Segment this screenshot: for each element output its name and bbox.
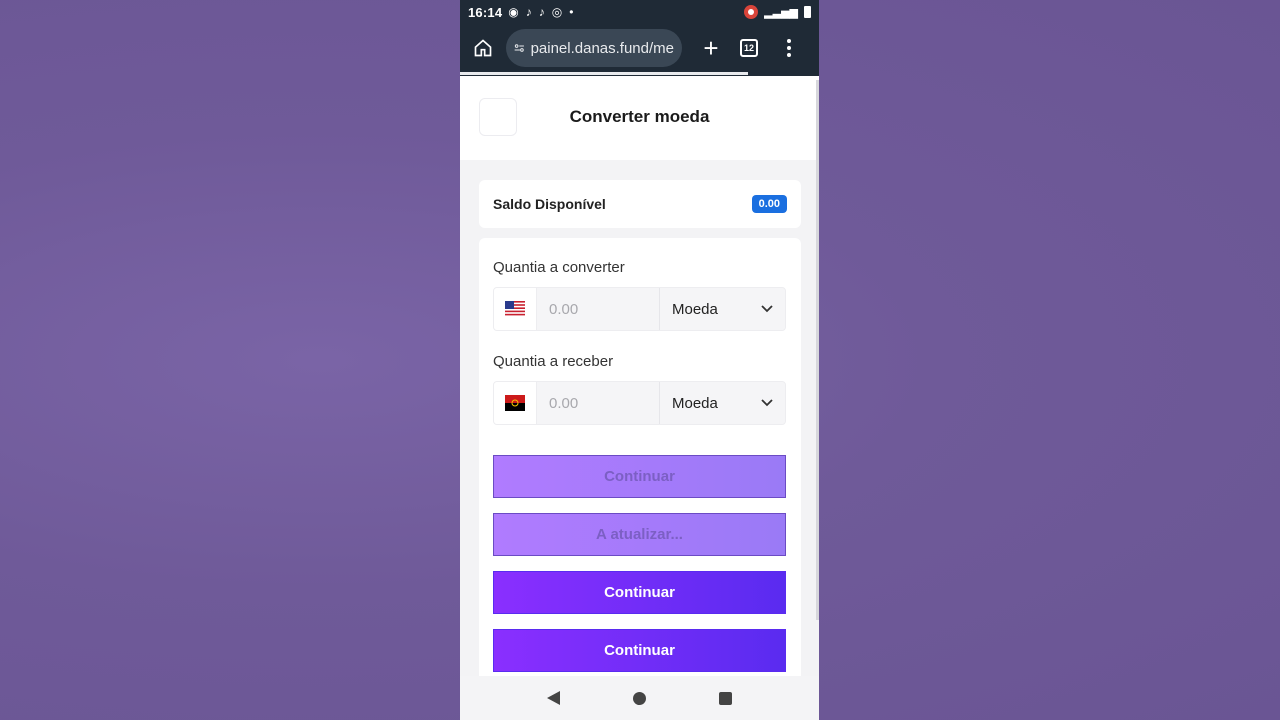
site-settings-icon bbox=[514, 44, 524, 52]
convert-to-currency-select[interactable]: Moeda bbox=[659, 382, 785, 424]
page-header: Converter moeda bbox=[460, 76, 819, 160]
plus-icon: + bbox=[703, 33, 719, 63]
status-time: 16:14 bbox=[468, 4, 503, 20]
converter-page: Converter moeda Saldo Disponível 0.00 Qu… bbox=[460, 76, 819, 688]
continue-button[interactable]: Continuar bbox=[493, 571, 786, 614]
updating-button[interactable]: A atualizar... bbox=[493, 513, 786, 556]
convert-from-currency-select[interactable]: Moeda bbox=[659, 288, 785, 330]
continue-button-disabled[interactable]: Continuar bbox=[493, 455, 786, 498]
tiktok-icon: ♪ bbox=[525, 5, 532, 19]
convert-to-row: Moeda bbox=[493, 381, 786, 425]
chevron-down-icon bbox=[761, 399, 773, 407]
address-bar[interactable]: painel.danas.fund/me bbox=[506, 29, 682, 67]
browser-menu-button[interactable] bbox=[784, 39, 794, 57]
angola-flag-icon bbox=[494, 382, 537, 424]
browser-chrome: 16:14 ◉ ♪ ♪ ◎ • ▂▃▅▆ painel.danas.fund/m… bbox=[460, 0, 819, 76]
convert-from-amount-input[interactable] bbox=[537, 288, 659, 330]
dot-icon: • bbox=[569, 5, 574, 19]
scrollbar[interactable] bbox=[816, 80, 819, 620]
status-bar: 16:14 ◉ ♪ ♪ ◎ • ▂▃▅▆ bbox=[460, 0, 819, 24]
convert-to-amount-input[interactable] bbox=[537, 382, 659, 424]
home-icon bbox=[474, 39, 492, 57]
recent-apps-icon[interactable] bbox=[719, 691, 733, 705]
tiktok-icon: ♪ bbox=[538, 5, 545, 19]
balance-card: Saldo Disponível 0.00 bbox=[479, 180, 801, 228]
browser-toolbar: painel.danas.fund/me + 12 bbox=[460, 24, 819, 72]
page-title: Converter moeda bbox=[569, 107, 710, 126]
chevron-down-icon bbox=[761, 305, 773, 313]
screen-record-icon bbox=[744, 5, 759, 19]
convert-from-row: Moeda bbox=[493, 287, 786, 331]
back-icon[interactable] bbox=[546, 691, 560, 705]
balance-badge: 0.00 bbox=[751, 195, 787, 213]
us-flag-icon bbox=[494, 288, 537, 330]
url-text: painel.danas.fund/me bbox=[530, 39, 674, 57]
instagram-icon: ◎ bbox=[551, 5, 563, 19]
convert-to-label: Quantia a receber bbox=[493, 353, 614, 370]
notification-icons: ◉ ♪ ♪ ◎ • bbox=[508, 5, 573, 19]
new-tab-button[interactable]: + bbox=[696, 33, 726, 63]
android-nav-bar bbox=[460, 676, 819, 720]
signal-icon: ▂▃▅▆ bbox=[764, 6, 798, 19]
balance-label: Saldo Disponível bbox=[493, 196, 606, 212]
conversion-form: Quantia a converter Moeda bbox=[479, 238, 801, 688]
phone-screen: 16:14 ◉ ♪ ♪ ◎ • ▂▃▅▆ painel.danas.fund/m… bbox=[460, 0, 819, 720]
battery-icon bbox=[804, 6, 811, 18]
target-icon: ◉ bbox=[508, 5, 519, 19]
home-circle-icon[interactable] bbox=[632, 691, 646, 705]
home-button[interactable] bbox=[468, 33, 498, 63]
system-icons: ▂▃▅▆ bbox=[744, 5, 811, 19]
page-load-progress bbox=[460, 72, 748, 75]
convert-from-label: Quantia a converter bbox=[493, 259, 625, 276]
tabs-button[interactable]: 12 bbox=[740, 39, 758, 57]
currency-select-label: Moeda bbox=[672, 300, 718, 318]
continue-button-secondary[interactable]: Continuar bbox=[493, 629, 786, 672]
currency-select-label: Moeda bbox=[672, 394, 718, 412]
